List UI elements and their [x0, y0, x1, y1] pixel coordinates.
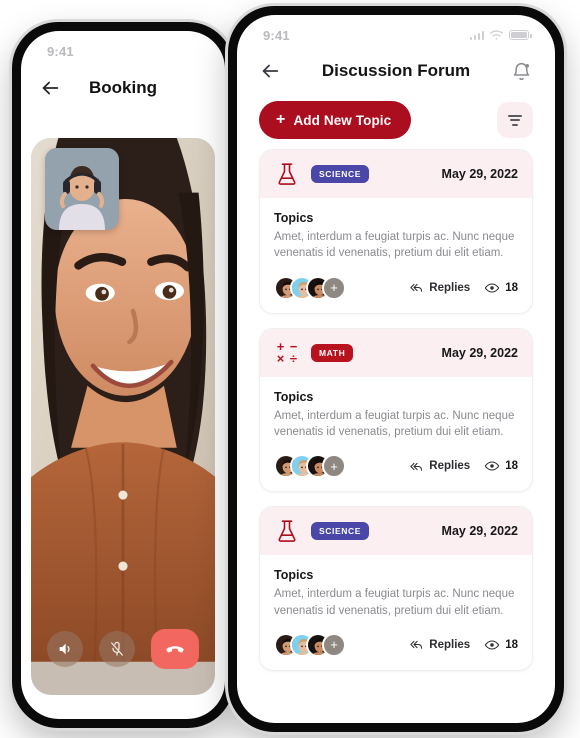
battery-icon — [509, 30, 532, 40]
participant-avatars[interactable]: + — [274, 454, 346, 479]
participant-avatars[interactable]: + — [274, 275, 346, 300]
forum-action-bar: + Add New Topic — [237, 89, 555, 149]
subject-badge: SCIENCE — [311, 165, 369, 183]
views-count: 18 — [505, 281, 518, 294]
topic-label: Topics — [274, 568, 314, 583]
topic-card-body: Topics Amet, interdum a feugiat turpis a… — [260, 377, 532, 453]
add-new-topic-label: Add New Topic — [293, 112, 392, 128]
front-phone-screen: 9:41 Discussion Forum + Add New Topic SC… — [237, 15, 555, 723]
page-title: Discussion Forum — [321, 61, 471, 80]
status-time: 9:41 — [263, 27, 290, 43]
back-phone-header: Booking — [21, 65, 225, 113]
topic-subject: SCIENCE — [274, 518, 369, 544]
topic-description: Amet, interdum a feugiat turpis ac. Nunc… — [274, 409, 515, 438]
phone-back-booking: 9:41 Booking — [12, 22, 234, 728]
reply-arrow-icon — [410, 641, 423, 650]
topic-card[interactable]: SCIENCE May 29, 2022 Topics Amet, interd… — [259, 506, 533, 671]
add-participant-avatar[interactable]: + — [322, 454, 346, 479]
topic-card[interactable]: + − × ÷ MATH May 29, 2022 Topics Amet, inte… — [259, 327, 533, 493]
wifi-icon — [489, 30, 504, 40]
replies-action[interactable]: Replies — [409, 459, 470, 474]
replies-action[interactable]: Replies — [409, 280, 470, 295]
eye-icon — [484, 640, 500, 650]
topic-date: May 29, 2022 — [441, 524, 518, 539]
topic-subject: + − × ÷ MATH — [274, 338, 354, 366]
topic-meta: Replies 18 — [409, 637, 518, 653]
back-status-bar: 9:41 — [21, 31, 225, 65]
eye-icon — [484, 283, 500, 293]
topic-card-body: Topics Amet, interdum a feugiat turpis a… — [260, 198, 532, 274]
participant-avatars[interactable]: + — [274, 632, 346, 657]
subject-badge: MATH — [311, 343, 354, 362]
views-count: 18 — [505, 638, 518, 651]
topic-card-header: SCIENCE May 29, 2022 — [260, 507, 532, 556]
topic-subject: SCIENCE — [274, 161, 369, 187]
end-call-button[interactable] — [151, 629, 199, 669]
signal-icon — [469, 30, 484, 40]
add-new-topic-button[interactable]: + Add New Topic — [259, 101, 412, 139]
pip-video-content — [45, 148, 119, 230]
flask-icon — [274, 161, 300, 187]
plus-icon: + — [276, 111, 286, 128]
screenshot-stage: 9:41 Booking 9:41 Discussion Forum + Add… — [0, 0, 580, 738]
replies-label: Replies — [429, 638, 471, 651]
add-participant-avatar[interactable]: + — [322, 632, 346, 657]
topic-card-footer: + Replies 18 — [260, 274, 532, 313]
topic-card-footer: + Replies 18 — [260, 631, 532, 670]
notification-bell-icon[interactable] — [509, 59, 533, 83]
topic-label: Topics — [274, 389, 314, 404]
topic-label: Topics — [274, 211, 314, 225]
subject-badge: SCIENCE — [311, 522, 369, 541]
replies-action[interactable]: Replies — [409, 637, 470, 652]
eye-icon — [484, 461, 500, 471]
reply-arrow-icon — [410, 284, 423, 292]
video-call-stage — [31, 138, 215, 695]
self-video-thumbnail[interactable] — [45, 148, 119, 230]
speaker-button[interactable] — [47, 631, 83, 667]
add-participant-avatar[interactable]: + — [322, 275, 346, 300]
topic-card-header: SCIENCE May 29, 2022 — [260, 150, 532, 198]
views-counter: 18 — [484, 458, 518, 474]
topic-card-header: + − × ÷ MATH May 29, 2022 — [260, 328, 532, 377]
topic-card-body: Topics Amet, interdum a feugiat turpis a… — [260, 555, 532, 631]
replies-label: Replies — [429, 460, 471, 473]
views-count: 18 — [505, 460, 518, 473]
reply-arrow-icon — [410, 462, 423, 471]
status-icons — [469, 29, 532, 41]
math-symbols-icon: + − × ÷ — [276, 338, 298, 366]
back-phone-screen: 9:41 Booking — [21, 31, 225, 719]
front-phone-header: Discussion Forum — [237, 49, 555, 89]
arrow-left-icon[interactable] — [259, 60, 281, 82]
flask-icon — [274, 518, 300, 544]
microphone-muted-icon — [111, 641, 123, 656]
phone-front-forum: 9:41 Discussion Forum + Add New Topic SC… — [228, 6, 564, 732]
arrow-left-icon[interactable] — [39, 77, 61, 99]
mute-button[interactable] — [99, 631, 135, 667]
topic-meta: Replies 18 — [409, 458, 518, 474]
topic-card-footer: + Replies 18 — [260, 452, 532, 491]
topic-meta: Replies 18 — [409, 280, 518, 296]
status-time: 9:41 — [47, 43, 74, 59]
topic-card[interactable]: SCIENCE May 29, 2022 Topics Amet, interd… — [259, 149, 533, 314]
topic-date: May 29, 2022 — [441, 345, 518, 360]
filter-button[interactable] — [497, 102, 533, 138]
call-controls — [31, 629, 215, 669]
phone-hangup-icon — [166, 646, 184, 653]
views-counter: 18 — [484, 280, 518, 296]
filter-icon — [508, 114, 522, 126]
topic-description: Amet, interdum a feugiat turpis ac. Nunc… — [274, 231, 515, 260]
front-status-bar: 9:41 — [237, 15, 555, 49]
speaker-icon — [59, 643, 70, 655]
topic-date: May 29, 2022 — [441, 167, 518, 181]
topic-description: Amet, interdum a feugiat turpis ac. Nunc… — [274, 588, 515, 617]
replies-label: Replies — [429, 281, 471, 294]
views-counter: 18 — [484, 637, 518, 653]
topic-feed: SCIENCE May 29, 2022 Topics Amet, interd… — [237, 149, 555, 681]
